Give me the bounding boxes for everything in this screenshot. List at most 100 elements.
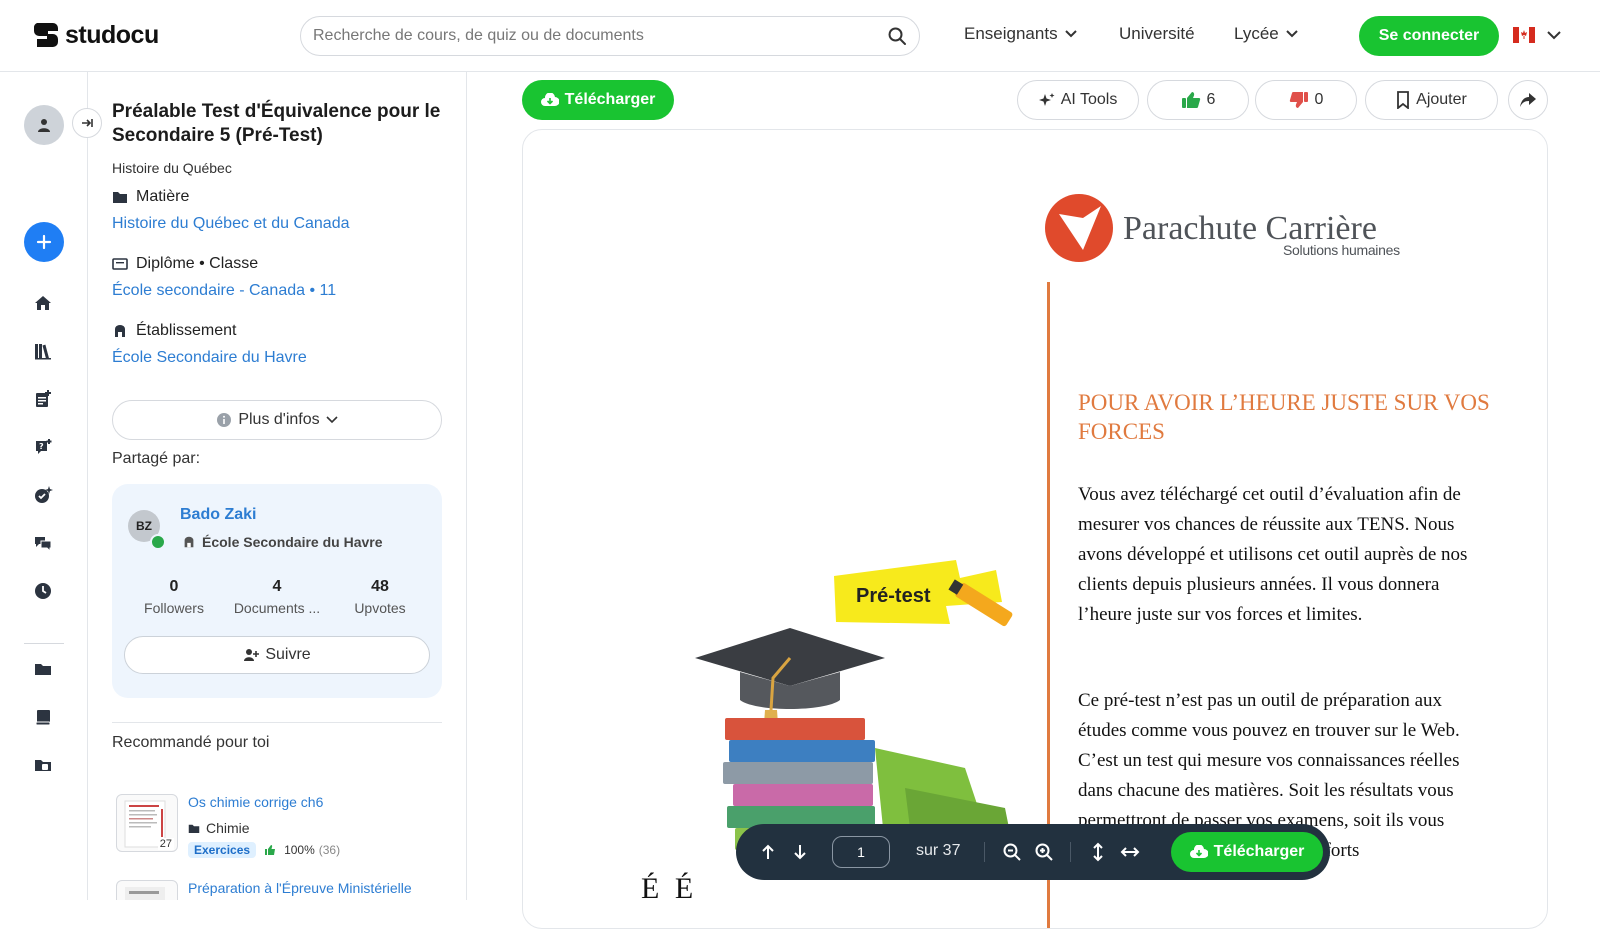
document-thumbnail[interactable] (116, 880, 178, 900)
recommendation-title[interactable]: Préparation à l'Épreuve Ministérielle (188, 880, 412, 896)
zoom-out-icon (1003, 843, 1021, 861)
svg-text:?: ? (39, 442, 44, 451)
more-info-label: Plus d'infos (238, 411, 320, 428)
recommendation-item[interactable]: 27 Os chimie corrige ch6 Chimie Exercice… (112, 794, 442, 858)
chevron-down-icon (326, 416, 338, 424)
collapse-arrow-icon (82, 119, 93, 127)
folder-icon[interactable] (32, 658, 54, 680)
notes-icon[interactable] (32, 388, 54, 410)
recommendations-title: Recommandé pour toi (112, 734, 270, 751)
stat-documents: 4 Documents ... (233, 578, 321, 616)
pretest-highlight-image: Pré-test (834, 560, 1013, 627)
document-thumbnail[interactable]: 27 (116, 794, 178, 852)
previous-page-button[interactable] (756, 840, 780, 864)
login-button[interactable]: Se connecter (1359, 16, 1499, 56)
zoom-in-button[interactable] (1032, 840, 1056, 864)
stat-followers: 0 Followers (144, 578, 204, 616)
degree-grade[interactable]: • 11 (309, 282, 336, 299)
search-bar[interactable] (300, 16, 920, 56)
bookmark-icon (1397, 91, 1410, 109)
cloud-download-icon (540, 93, 559, 106)
share-button[interactable] (1508, 80, 1548, 120)
sparkle-icon (1038, 93, 1055, 106)
nav-lycee-label: Lycée (1234, 24, 1279, 43)
shared-by-label: Partagé par: (112, 450, 201, 467)
search-icon[interactable] (887, 26, 907, 46)
search-input[interactable] (313, 27, 887, 45)
top-bar: studocu Enseignants Université Lycée Se … (0, 0, 1600, 72)
rail-divider (24, 643, 64, 644)
create-button[interactable] (24, 222, 64, 262)
recommendation-subject: Chimie (188, 820, 250, 836)
quiz-icon[interactable]: ? (32, 436, 54, 458)
user-icon (38, 119, 50, 132)
page-count: 27 (157, 838, 174, 850)
fit-width-button[interactable] (1118, 840, 1142, 864)
recommendation-title[interactable]: Os chimie corrige ch6 (188, 794, 323, 810)
canada-flag-icon[interactable] (1513, 27, 1535, 43)
degree-link[interactable]: École secondaire - Canada • 11 (112, 282, 336, 300)
institution-link[interactable]: École Secondaire du Havre (112, 349, 307, 367)
rating: 100% (284, 843, 315, 857)
subject-link[interactable]: Histoire du Québec et du Canada (112, 215, 349, 233)
total-pages-label: sur 37 (916, 842, 961, 859)
intro-paragraph: Vous avez téléchargé cet outil d’évaluat… (1078, 484, 1468, 625)
like-button[interactable]: 6 (1147, 80, 1249, 120)
company-tagline: Solutions humaines (1283, 242, 1400, 258)
user-add-icon (244, 649, 260, 661)
share-arrow-icon (1520, 93, 1536, 107)
rating-count: (36) (318, 843, 341, 857)
nav-enseignants[interactable]: Enseignants (964, 24, 1078, 44)
plus-icon (36, 234, 52, 250)
follow-button[interactable]: Suivre (124, 636, 430, 674)
stat-upvotes: 48 Upvotes (354, 578, 406, 616)
viewer-download-button[interactable]: Télécharger (1171, 832, 1323, 872)
ai-icon[interactable] (32, 484, 54, 506)
arrow-up-icon (762, 844, 774, 859)
folder-add-icon[interactable] (32, 754, 54, 776)
chat-icon[interactable] (32, 532, 54, 554)
arrow-down-icon (794, 845, 806, 860)
pretest-label: Pré-test (856, 585, 931, 607)
page-heading: POUR AVOIR L’HEURE JUSTE SUR VOS FORCES (1078, 390, 1490, 444)
studocu-logo[interactable]: studocu (31, 20, 159, 50)
nav-universite-label: Université (1119, 24, 1195, 43)
more-info-button[interactable]: Plus d'infos (112, 400, 442, 440)
subject-label: Matière (112, 188, 189, 206)
fit-height-button[interactable] (1086, 840, 1110, 864)
verified-badge-icon (150, 534, 166, 550)
add-to-library-button[interactable]: Ajouter (1365, 80, 1498, 120)
next-page-button[interactable] (788, 840, 812, 864)
language-chevron-down-icon[interactable] (1546, 28, 1562, 42)
parachute-carriere-logo-icon (1045, 194, 1113, 262)
book-icon[interactable] (32, 706, 54, 728)
viewer-toolbar: sur 37 Télécharger (736, 824, 1330, 880)
section-divider (112, 722, 442, 723)
home-icon[interactable] (32, 292, 54, 314)
dislike-button[interactable]: 0 (1255, 80, 1357, 120)
school-icon (115, 325, 125, 337)
nav-universite[interactable]: Université (1119, 24, 1195, 44)
author-card: BZ Bado Zaki École Secondaire du Havre 0… (112, 484, 442, 698)
doc-type-tag: Exercices (188, 842, 257, 858)
collapse-sidebar-button[interactable] (72, 108, 102, 138)
folder-icon (113, 192, 127, 203)
page-number-input[interactable] (832, 836, 890, 868)
nav-enseignants-label: Enseignants (964, 24, 1058, 43)
download-button[interactable]: Télécharger (522, 80, 674, 120)
zoom-out-button[interactable] (1000, 840, 1024, 864)
document-page: Parachute Carrière Solutions humaines PO… (522, 129, 1548, 929)
author-name[interactable]: Bado Zaki (180, 506, 256, 524)
recommendation-item[interactable]: Préparation à l'Épreuve Ministérielle (112, 880, 442, 900)
chevron-down-icon (1286, 30, 1298, 38)
toolbar-divider (984, 842, 985, 862)
diploma-icon (112, 258, 128, 270)
history-icon[interactable] (32, 580, 54, 602)
nav-lycee[interactable]: Lycée (1234, 24, 1299, 44)
document-info-panel: Préalable Test d'Équivalence pour le Sec… (88, 72, 467, 900)
library-icon[interactable] (32, 340, 54, 362)
degree-label: Diplôme • Classe (112, 255, 258, 273)
user-avatar[interactable] (24, 105, 64, 145)
fit-height-icon (1093, 842, 1103, 862)
ai-tools-button[interactable]: AI Tools (1017, 80, 1139, 120)
